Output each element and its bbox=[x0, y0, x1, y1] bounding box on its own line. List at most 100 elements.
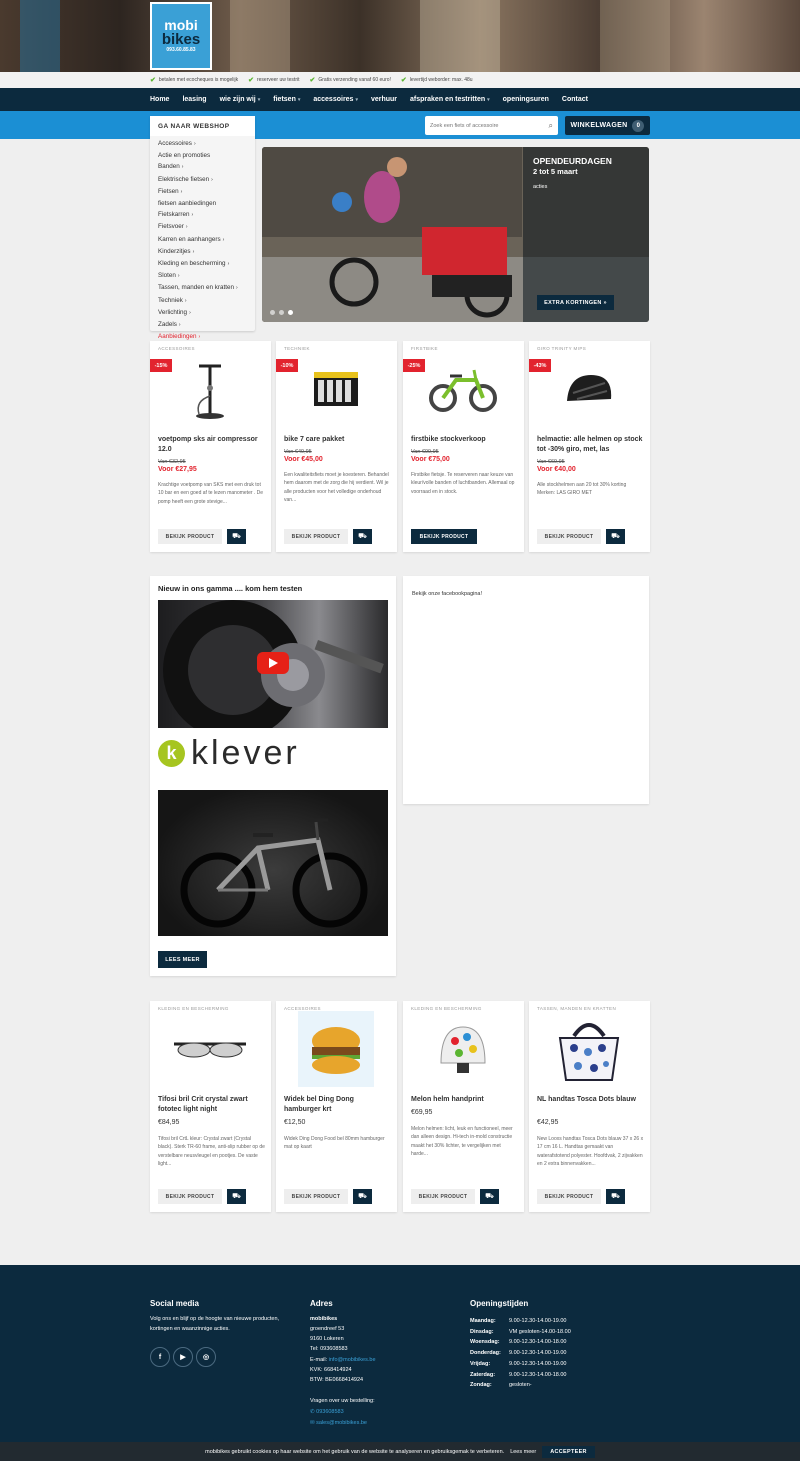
webshop-category-item[interactable]: fietsen aanbiedingen bbox=[158, 198, 255, 209]
search-icon[interactable]: ⌕ bbox=[549, 121, 553, 131]
webshop-category-label: Fietskarren bbox=[158, 211, 190, 219]
nav-wie-zijn-wij[interactable]: wie zijn wij ▾ bbox=[220, 96, 261, 103]
footer-email-link[interactable]: info@mobibikes.be bbox=[329, 1357, 376, 1363]
product-image[interactable] bbox=[306, 356, 366, 426]
view-product-button[interactable]: BEKIJK PRODUCT bbox=[537, 1189, 601, 1204]
old-price: Van €69,95 bbox=[537, 459, 565, 465]
product-card[interactable]: TASSEN, MANDEN EN KRATTEN NL handtas Tosc… bbox=[529, 1001, 650, 1212]
facebook-icon[interactable]: f bbox=[150, 1347, 170, 1367]
add-to-cart-button[interactable]: ⛟ bbox=[353, 529, 372, 544]
nav-openingsuren[interactable]: openingsuren bbox=[503, 96, 549, 103]
product-price: €12,50 bbox=[284, 1119, 306, 1126]
slider-dot[interactable] bbox=[279, 310, 284, 315]
webshop-category-item[interactable]: Techniek › bbox=[158, 295, 255, 307]
chevron-right-icon: › bbox=[222, 236, 225, 243]
webshop-menu-heading[interactable]: GA NAAR WEBSHOP bbox=[150, 116, 255, 136]
footer-company-name: mobibikes bbox=[310, 1316, 338, 1322]
extra-kortingen-button[interactable]: EXTRA KORTINGEN » bbox=[537, 295, 614, 310]
youtube-video[interactable] bbox=[158, 600, 388, 728]
chevron-right-icon: › bbox=[185, 224, 188, 231]
product-name[interactable]: voetpomp sks air compressor 12.0 bbox=[158, 435, 264, 455]
helmet-icon bbox=[561, 369, 617, 414]
footer-order-phone[interactable]: 093608583 bbox=[316, 1409, 344, 1415]
product-name[interactable]: Tifosi bril Crit crystal zwart fototec l… bbox=[158, 1095, 264, 1115]
webshop-category-item[interactable]: Elektrische fietsen › bbox=[158, 174, 255, 186]
product-image[interactable] bbox=[180, 356, 240, 426]
site-logo[interactable]: mobi bikes 093.60.85.83 bbox=[150, 2, 212, 70]
webshop-category-item[interactable]: Verlichting › bbox=[158, 307, 255, 319]
view-product-button[interactable]: BEKIJK PRODUCT bbox=[284, 529, 348, 544]
webshop-category-item[interactable]: Fietskarren › bbox=[158, 209, 255, 221]
product-card[interactable]: KLEDING EN BESCHERMING Tifosi bril Crit c… bbox=[150, 1001, 271, 1212]
cookie-accept-button[interactable]: ACCEPTEER bbox=[542, 1445, 595, 1458]
webshop-category-item[interactable]: Fietsen › bbox=[158, 186, 255, 198]
add-to-cart-button[interactable]: ⛟ bbox=[606, 529, 625, 544]
product-image[interactable] bbox=[433, 1016, 493, 1086]
lees-meer-button[interactable]: LEES MEER bbox=[158, 951, 207, 968]
webshop-category-item[interactable]: Accessoires › bbox=[158, 138, 255, 150]
slider-dot-active[interactable] bbox=[288, 310, 293, 315]
add-to-cart-button[interactable]: ⛟ bbox=[353, 1189, 372, 1204]
webshop-category-item[interactable]: Fietsvoer › bbox=[158, 221, 255, 233]
product-card[interactable]: KLEDING EN BESCHERMING Melon helm handpri… bbox=[403, 1001, 524, 1212]
sale-price: Voor €75,00 bbox=[411, 456, 450, 463]
add-to-cart-button[interactable]: ⛟ bbox=[227, 1189, 246, 1204]
add-to-cart-button[interactable]: ⛟ bbox=[606, 1189, 625, 1204]
view-product-button[interactable]: BEKIJK PRODUCT bbox=[158, 1189, 222, 1204]
webshop-category-item[interactable]: Sloten › bbox=[158, 270, 255, 282]
nav-accessoires[interactable]: accessoires ▾ bbox=[313, 96, 358, 103]
webshop-category-item[interactable]: Tassen, manden en kratten › bbox=[158, 282, 255, 294]
view-product-button[interactable]: BEKIJK PRODUCT bbox=[537, 529, 601, 544]
webshop-category-item[interactable]: Actie en promoties bbox=[158, 150, 255, 161]
view-product-button[interactable]: BEKIJK PRODUCT bbox=[158, 529, 222, 544]
nav-afspraken[interactable]: afspraken en testritten ▾ bbox=[410, 96, 490, 103]
product-name[interactable]: bike 7 care pakket bbox=[284, 435, 390, 445]
webshop-category-item[interactable]: Kinderzitjes › bbox=[158, 246, 255, 258]
play-button[interactable] bbox=[257, 652, 289, 674]
cookie-bar: mobibikes gebruikt cookies op haar websi… bbox=[0, 1442, 800, 1461]
nav-fietsen[interactable]: fietsen ▾ bbox=[273, 96, 300, 103]
cart-button[interactable]: WINKELWAGEN 0 bbox=[565, 116, 650, 135]
footer-order-mail[interactable]: sales@mobibikes.be bbox=[316, 1420, 367, 1426]
instagram-icon[interactable]: ◎ bbox=[196, 1347, 216, 1367]
webshop-category-item[interactable]: Kleding en bescherming › bbox=[158, 258, 255, 270]
product-card[interactable]: ACCESSOIRES -15% voetpomp sks air compress… bbox=[150, 341, 271, 552]
product-image[interactable] bbox=[174, 1016, 246, 1086]
product-card[interactable]: TECHNIEK -10% bike 7 care pakket Van €49,95… bbox=[276, 341, 397, 552]
view-product-button[interactable]: BEKIJK PRODUCT bbox=[411, 1189, 475, 1204]
product-description: New Looxs handtas Tosca Dots blauw 37 x … bbox=[537, 1136, 644, 1167]
slider-dot[interactable] bbox=[270, 310, 275, 315]
webshop-category-item[interactable]: Zadels › bbox=[158, 319, 255, 331]
view-product-button[interactable]: BEKIJK PRODUCT bbox=[284, 1189, 348, 1204]
view-product-button[interactable]: BEKIJK PRODUCT bbox=[411, 529, 477, 544]
product-name[interactable]: NL handtas Tosca Dots blauw bbox=[537, 1095, 643, 1105]
product-name[interactable]: helmactie: alle helmen op stock tot -30%… bbox=[537, 435, 643, 455]
product-name[interactable]: firstbike stockverkoop bbox=[411, 435, 517, 445]
youtube-icon[interactable]: ▶ bbox=[173, 1347, 193, 1367]
hero-slider[interactable]: OPENDEURDAGEN 2 tot 5 maart acties EXTRA… bbox=[262, 147, 649, 322]
hours-day: Maandag: bbox=[470, 1318, 496, 1324]
product-image[interactable] bbox=[429, 356, 497, 426]
product-card[interactable]: FIRSTBIKE -25% firstbike stockverkoop Van €… bbox=[403, 341, 524, 552]
add-to-cart-button[interactable]: ⛟ bbox=[227, 529, 246, 544]
cookie-read-more-link[interactable]: Lees meer bbox=[510, 1449, 536, 1455]
nav-contact[interactable]: Contact bbox=[562, 96, 588, 103]
nav-verhuur[interactable]: verhuur bbox=[371, 96, 397, 103]
product-card[interactable]: GIRO TRINITY MIPS -43% helmactie: alle hel… bbox=[529, 341, 650, 552]
search-input[interactable] bbox=[430, 122, 540, 129]
product-image[interactable] bbox=[559, 356, 619, 426]
product-card[interactable]: ACCESSOIRES Widek bel Ding Dong hamburger… bbox=[276, 1001, 397, 1212]
facebook-link[interactable]: Bekijk onze facebookpagina! bbox=[412, 591, 482, 597]
nav-leasing[interactable]: leasing bbox=[182, 96, 206, 103]
cart-icon: ⛟ bbox=[232, 533, 241, 540]
product-description: Widek Ding Dong Food bel 80mm hamburger … bbox=[284, 1136, 385, 1151]
product-description: Krachtige voetpomp van SKS met een druk … bbox=[158, 482, 264, 505]
product-name[interactable]: Melon helm handprint bbox=[411, 1095, 517, 1105]
product-name[interactable]: Widek bel Ding Dong hamburger krt bbox=[284, 1095, 390, 1115]
nav-home[interactable]: Home bbox=[150, 96, 169, 103]
product-image[interactable] bbox=[558, 1016, 620, 1086]
add-to-cart-button[interactable]: ⛟ bbox=[480, 1189, 499, 1204]
webshop-category-item[interactable]: Karren en aanhangers › bbox=[158, 234, 255, 246]
product-image[interactable] bbox=[298, 1010, 374, 1087]
webshop-category-item[interactable]: Banden › bbox=[158, 161, 255, 173]
